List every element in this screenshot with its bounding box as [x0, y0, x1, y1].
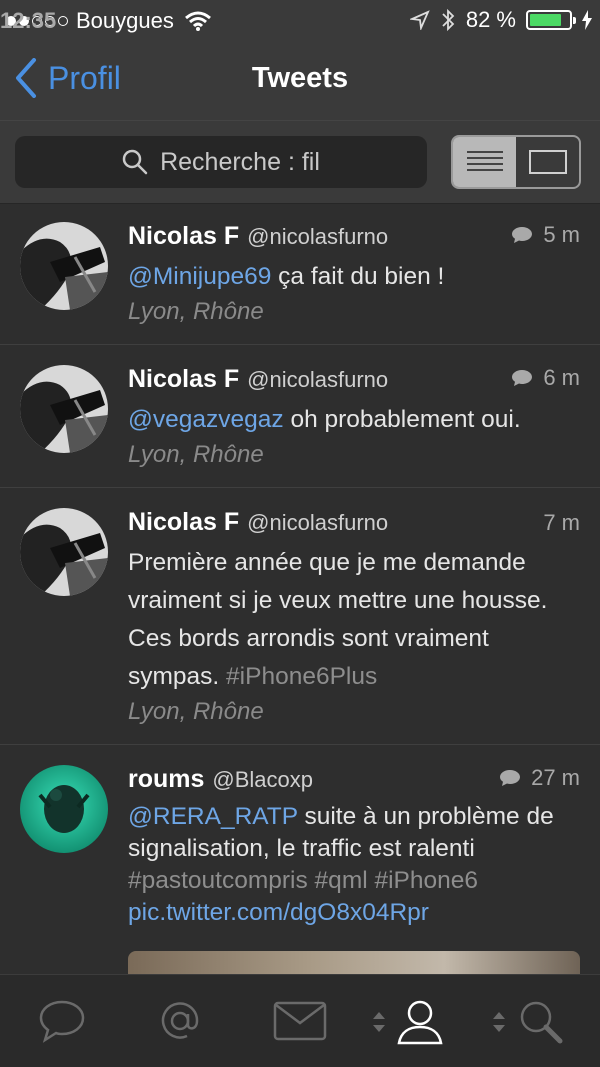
battery-icon — [526, 10, 576, 30]
tweet-time: 5 m — [511, 222, 580, 248]
battery-fill — [530, 14, 562, 26]
reply-bubble-icon — [500, 770, 521, 786]
author-name[interactable]: roums — [128, 765, 204, 794]
tweet-time: 6 m — [511, 365, 580, 391]
updown-arrows-icon — [493, 1012, 505, 1032]
tweet-time: 27 m — [499, 765, 580, 791]
tweet-text: @Minijupe69 ça fait du bien ! — [128, 258, 580, 296]
search-icon — [520, 1001, 563, 1044]
author-handle[interactable]: @nicolasfurno — [247, 367, 388, 393]
reply-bubble-icon — [512, 227, 533, 243]
mention-link[interactable]: @RERA_RATP — [128, 803, 298, 830]
list-view-button[interactable] — [453, 137, 516, 187]
mention-link[interactable]: @vegazvegaz — [128, 406, 284, 433]
navigation-bar: Profil Tweets — [0, 40, 600, 120]
hashtag-link[interactable]: #iPhone6Plus — [226, 663, 377, 690]
avatar[interactable] — [20, 222, 108, 310]
location-arrow-icon — [409, 10, 430, 30]
speech-bubble-icon — [39, 1000, 85, 1043]
hashtag-link[interactable]: #pastoutcompris #qml #iPhone6 — [128, 867, 478, 894]
tweet-location: Lyon, Rhône — [128, 441, 264, 468]
tab-mentions[interactable] — [140, 975, 220, 1067]
mention-link[interactable]: @Minijupe69 — [128, 263, 271, 290]
author-handle[interactable]: @nicolasfurno — [247, 510, 388, 536]
tweet-item[interactable]: Nicolas F @nicolasfurno 7 m Première ann… — [0, 488, 600, 745]
author-name[interactable]: Nicolas F — [128, 508, 239, 537]
list-lines-icon — [466, 151, 503, 171]
profile-icon — [397, 1000, 443, 1045]
tweet-location: Lyon, Rhône — [128, 698, 264, 725]
search-input[interactable]: Recherche : fil — [15, 136, 427, 188]
tweet-text: @vegazvegaz oh probablement oui. — [128, 401, 580, 439]
author-name[interactable]: Nicolas F — [128, 222, 239, 251]
tab-messages[interactable] — [258, 975, 342, 1067]
tweet-item[interactable]: Nicolas F @nicolasfurno 6 m @vegazvegaz … — [0, 345, 600, 488]
updown-arrows-icon — [373, 1012, 385, 1032]
author-name[interactable]: Nicolas F — [128, 365, 239, 394]
view-mode-toggle[interactable] — [451, 135, 581, 189]
tweet-time-label: 5 m — [543, 222, 580, 247]
tweet-item[interactable]: Nicolas F @nicolasfurno 5 m @Minijupe69 … — [0, 202, 600, 345]
tab-search[interactable] — [508, 975, 572, 1067]
tweet-media-preview[interactable] — [128, 951, 580, 974]
tab-bar — [0, 974, 600, 1067]
battery-percentage: 82 % — [465, 7, 516, 32]
tweet-time: 7 m — [543, 510, 580, 536]
media-link[interactable]: pic.twitter.com/dgO8x04Rpr — [128, 899, 429, 926]
status-bar: Bouygues 12:35 82 % — [0, 0, 600, 40]
tweet-text: @RERA_RATP suite à un problème de signal… — [128, 801, 580, 929]
search-icon — [122, 149, 148, 175]
avatar[interactable] — [20, 508, 108, 596]
page-title: Tweets — [251, 62, 349, 94]
tweet-time-label: 6 m — [543, 365, 580, 390]
charging-bolt-icon — [582, 10, 592, 30]
tweet-time-label: 27 m — [531, 765, 580, 790]
search-row: Recherche : fil — [0, 120, 600, 204]
author-handle[interactable]: @Blacoxp — [212, 767, 313, 793]
at-icon — [161, 1002, 199, 1039]
bluetooth-icon — [442, 8, 455, 32]
tab-timeline[interactable] — [22, 975, 102, 1067]
search-placeholder: Recherche : fil — [160, 147, 320, 176]
tweet-text-part: ça fait du bien ! — [271, 263, 445, 290]
tweet-feed[interactable]: Nicolas F @nicolasfurno 5 m @Minijupe69 … — [0, 202, 600, 974]
tweet-item[interactable]: roums @Blacoxp 27 m @RERA_RATP suite à u… — [0, 745, 600, 974]
tweet-text: Première année que je me demande vraimen… — [128, 544, 580, 696]
card-rectangle-icon — [528, 150, 567, 174]
author-handle[interactable]: @nicolasfurno — [247, 224, 388, 250]
tweet-text-part: oh probablement oui. — [283, 406, 521, 433]
tweet-time-label: 7 m — [543, 510, 580, 535]
card-view-button[interactable] — [516, 137, 579, 187]
avatar[interactable] — [20, 765, 108, 853]
tweet-location: Lyon, Rhône — [128, 298, 264, 325]
tab-profile[interactable] — [388, 975, 452, 1067]
avatar[interactable] — [20, 365, 108, 453]
envelope-icon — [273, 1001, 327, 1041]
reply-bubble-icon — [512, 370, 533, 386]
